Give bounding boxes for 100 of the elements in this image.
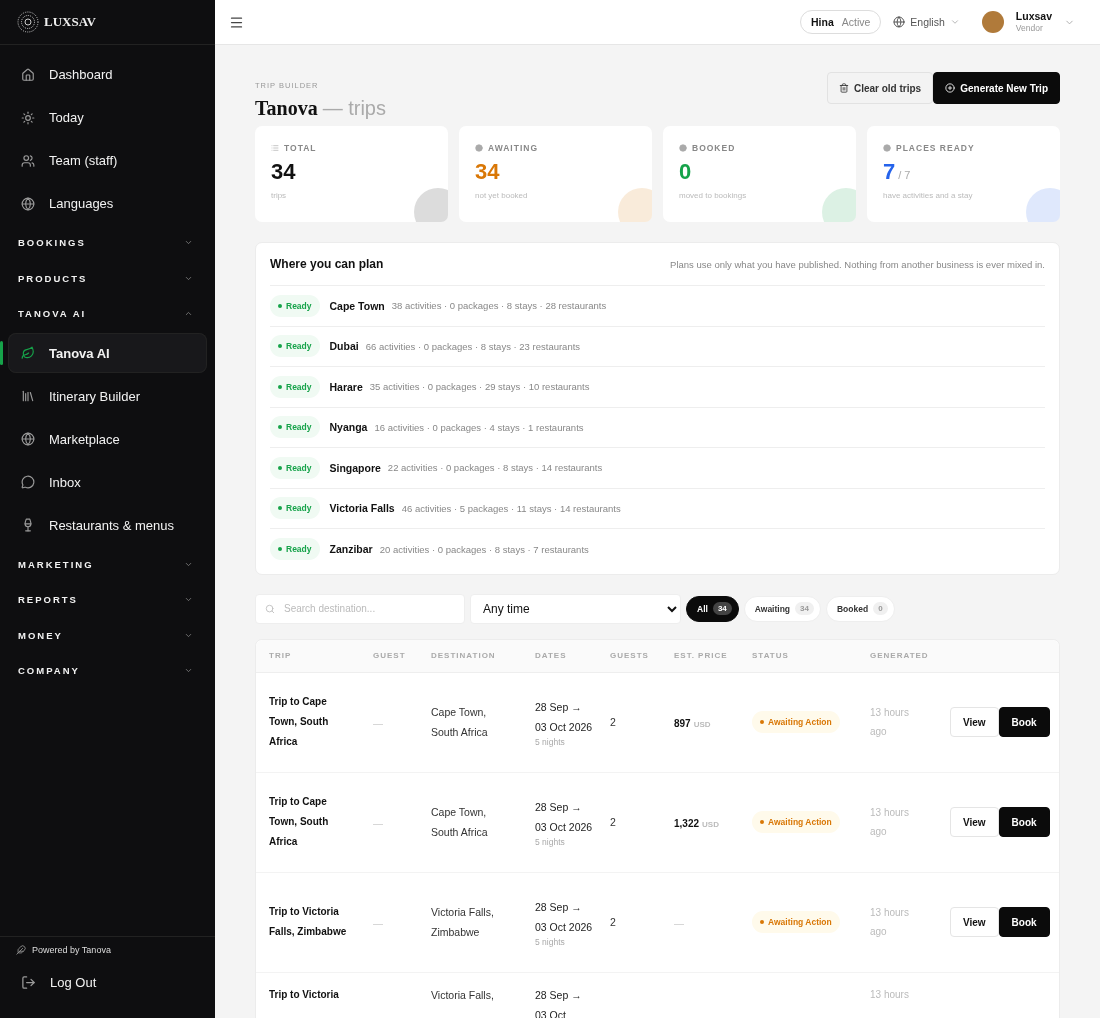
place-details: 20 activities · 0 packages · 8 stays · 7 restaurants — [379, 543, 589, 555]
stat-label: AWAITING — [475, 143, 636, 153]
logo-icon — [17, 11, 39, 33]
book-button[interactable]: Book — [998, 707, 1050, 737]
place-name: Cape Town — [329, 299, 385, 312]
column-header: GENERATED — [870, 651, 930, 660]
stat-label: PLACES READY — [883, 143, 1044, 153]
card-title: Where you can plan — [270, 257, 384, 271]
nav-icon — [21, 475, 35, 489]
column-header: TRIP — [269, 651, 293, 660]
sidebar-section[interactable]: PRODUCTS — [8, 260, 207, 296]
generated-cell-text: 13 hours ago — [870, 706, 910, 739]
nights-text: 5 nights — [535, 937, 566, 947]
filter-pill[interactable]: All 34 — [686, 595, 739, 622]
trip-name: Trip to Victoria Falls, Zimbabwe — [269, 905, 348, 939]
status-badge: Awaiting Action — [752, 811, 840, 833]
sidebar-section[interactable]: BOOKINGS — [8, 225, 207, 261]
sidebar-item[interactable]: Itinerary Builder — [8, 376, 207, 416]
sidebar-section[interactable]: MARKETING — [8, 546, 207, 582]
list-icon — [271, 144, 279, 152]
dates-cell-text: 28 Sep → 03 Oct 2026 — [535, 900, 593, 935]
nav-icon — [21, 67, 35, 82]
stat-label: BOOKED — [679, 143, 840, 153]
menu-icon[interactable] — [229, 14, 244, 30]
sidebar-item[interactable]: Inbox — [8, 462, 207, 502]
destination-cell-text: Cape Town, South Africa — [431, 705, 489, 740]
stat-value: 34 — [475, 159, 501, 185]
price-cell: — — [674, 918, 684, 929]
stat-value: 7/ 7 — [883, 159, 912, 185]
guest-cell: — — [373, 718, 383, 729]
language-selector[interactable]: English — [893, 16, 960, 28]
dates-cell-text: 28 Sep → 03 Oct — [535, 987, 583, 1018]
price-cell: 1,322 USD — [674, 818, 719, 829]
time-select[interactable]: Any time — [470, 593, 681, 624]
generate-trip-button[interactable]: Generate New Trip — [933, 72, 1060, 104]
filter-pill[interactable]: Awaiting 34 — [743, 595, 821, 622]
logout-icon — [21, 975, 36, 990]
stat-value: 34 — [271, 159, 297, 185]
logout-link[interactable]: Log Out — [8, 962, 207, 1003]
active-indicator — [0, 341, 3, 365]
book-button[interactable]: Book — [998, 807, 1050, 837]
guests-cell: 2 — [610, 716, 616, 728]
nights-text: 5 nights — [535, 837, 566, 847]
clear-trips-button[interactable]: Clear old trips — [826, 72, 934, 104]
place-details: 46 activities · 5 packages · 11 stays · 14 restaurants — [401, 502, 621, 514]
search-icon — [265, 603, 275, 614]
nav-icon — [21, 153, 35, 168]
place-name: Singapore — [329, 461, 381, 474]
avatar[interactable] — [981, 11, 1004, 33]
sidebar-item[interactable]: Languages — [8, 183, 207, 224]
view-button[interactable]: View — [950, 807, 999, 837]
sidebar-item[interactable]: Dashboard — [8, 54, 207, 95]
view-button[interactable]: View — [950, 707, 999, 737]
sidebar-section[interactable]: REPORTS — [8, 582, 207, 618]
place-details: 66 activities · 0 packages · 8 stays · 23 restaurants — [365, 340, 581, 352]
book-button[interactable]: Book — [998, 907, 1050, 937]
feather-icon — [16, 945, 26, 955]
place-name: Nyanga — [329, 421, 368, 434]
stat-label: TOTAL — [271, 143, 432, 153]
sidebar-section[interactable]: TANOVA AI — [8, 296, 207, 332]
filter-pill[interactable]: Booked 0 — [825, 595, 895, 622]
sidebar-item[interactable]: Restaurants & menus — [8, 505, 207, 545]
nav-icon — [21, 196, 35, 211]
place-details: 38 activities · 0 packages · 8 stays · 28 restaurants — [391, 300, 607, 312]
place-details: 16 activities · 0 packages · 4 stays · 1 restaurants — [374, 421, 584, 433]
ready-badge: Ready — [270, 294, 320, 317]
trip-name: Trip to Victoria — [269, 987, 340, 1002]
sidebar-section[interactable]: COMPANY — [8, 653, 207, 689]
stat-value: 0 — [679, 159, 693, 185]
column-header: GUEST — [373, 651, 407, 660]
generated-cell-text: 13 hours ago — [870, 906, 910, 939]
column-header: GUESTS — [610, 651, 650, 660]
account-name: Luxsav — [1015, 8, 1052, 24]
column-header: DESTINATION — [431, 651, 497, 660]
guests-cell: 2 — [610, 916, 616, 928]
card-note: Plans use only what you have published. Nothing from another business is ever mixed in. — [670, 258, 1045, 270]
sidebar-section[interactable]: MONEY — [8, 617, 207, 653]
powered-by-text: Powered by Tanova — [32, 945, 111, 955]
column-header: STATUS — [752, 651, 790, 660]
generated-cell-text: 13 hours — [870, 987, 910, 1002]
place-name: Victoria Falls — [329, 502, 395, 515]
page-title: Tanova — trips — [255, 97, 386, 120]
search-field[interactable]: Search destination... — [255, 593, 465, 624]
price-cell: 897 USD — [674, 718, 711, 729]
sidebar-item[interactable]: Team (staff) — [8, 140, 207, 181]
globe-icon — [893, 16, 906, 28]
search-input[interactable]: Search destination... — [282, 602, 455, 615]
trip-name: Trip to Cape Town, South Africa — [269, 795, 330, 849]
sidebar-item[interactable]: Marketplace — [8, 419, 207, 459]
place-name: Harare — [329, 380, 363, 393]
ready-badge: Ready — [270, 497, 320, 520]
sidebar-item[interactable]: Today — [8, 97, 207, 138]
destination-cell-text: Victoria Falls, Zimbabwe — [431, 905, 495, 940]
destination-cell-text: Victoria Falls, — [431, 987, 495, 1003]
circle-icon — [679, 144, 687, 152]
nav-icon — [21, 432, 35, 446]
guest-cell: — — [373, 918, 383, 929]
account-role: Vendor — [1015, 23, 1044, 36]
view-button[interactable]: View — [950, 907, 999, 937]
nights-text: 5 nights — [535, 737, 566, 747]
